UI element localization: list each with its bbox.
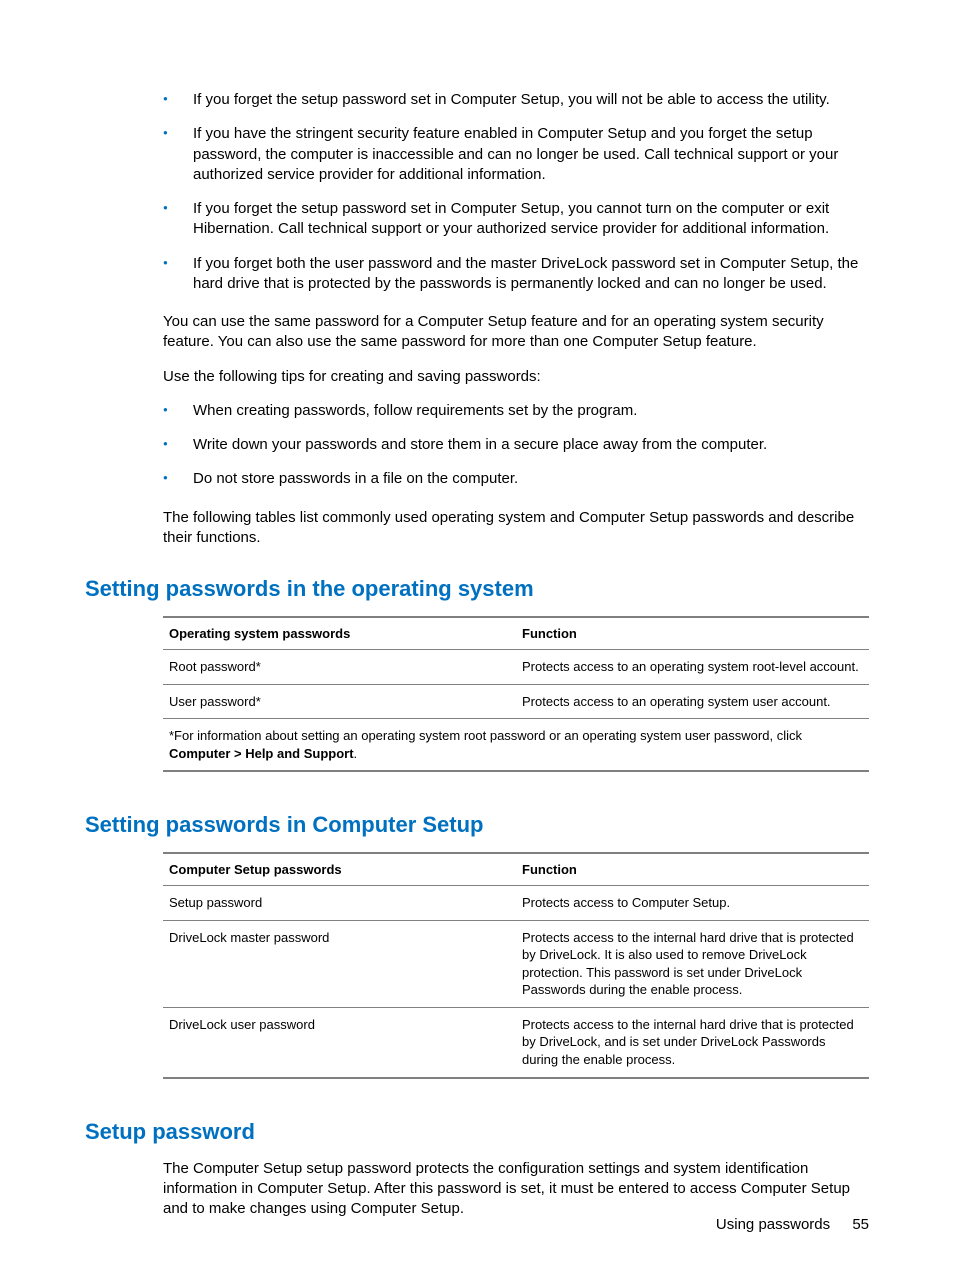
paragraph: Use the following tips for creating and … [163,367,869,387]
list-item: If you forget both the user password and… [163,254,869,295]
table-row: DriveLock master password Protects acces… [163,920,869,1007]
list-item: If you forget the setup password set in … [163,199,869,240]
table-header: Function [516,617,869,650]
heading-setup-password: Setup password [85,1119,869,1145]
page-footer: Using passwords 55 [716,1216,869,1233]
table-header: Function [516,853,869,886]
footnote-text: . [354,746,358,761]
footnote-text: *For information about setting an operat… [169,728,802,743]
page-number: 55 [852,1216,869,1233]
table-cell: *For information about setting an operat… [163,719,869,772]
table-cell: Protects access to an operating system r… [516,650,869,685]
table-cell: Protects access to an operating system u… [516,684,869,719]
table-cell: Setup password [163,886,516,921]
table-row: User password* Protects access to an ope… [163,684,869,719]
heading-os-passwords: Setting passwords in the operating syste… [85,576,869,602]
table-footnote: *For information about setting an operat… [163,719,869,772]
list-item: If you have the stringent security featu… [163,124,869,185]
list-item: If you forget the setup password set in … [163,90,869,110]
table-row: Root password* Protects access to an ope… [163,650,869,685]
paragraph: The Computer Setup setup password protec… [163,1159,869,1220]
bullet-list-1: If you forget the setup password set in … [85,90,869,294]
table-header: Operating system passwords [163,617,516,650]
cs-passwords-table: Computer Setup passwords Function Setup … [163,852,869,1078]
footer-label: Using passwords [716,1216,830,1233]
table-cell: Root password* [163,650,516,685]
list-item: Do not store passwords in a file on the … [163,469,869,489]
footnote-bold: Computer > Help and Support [169,746,354,761]
list-item: Write down your passwords and store them… [163,435,869,455]
table-cell: User password* [163,684,516,719]
list-item: When creating passwords, follow requirem… [163,401,869,421]
paragraph: You can use the same password for a Comp… [163,312,869,353]
bullet-list-2: When creating passwords, follow requirem… [85,401,869,490]
heading-cs-passwords: Setting passwords in Computer Setup [85,812,869,838]
table-cell: Protects access to the internal hard dri… [516,1007,869,1077]
table-cell: Protects access to Computer Setup. [516,886,869,921]
table-header: Computer Setup passwords [163,853,516,886]
table-cell: Protects access to the internal hard dri… [516,920,869,1007]
document-page: If you forget the setup password set in … [0,0,954,1283]
paragraph: The following tables list commonly used … [163,508,869,549]
table-cell: DriveLock master password [163,920,516,1007]
table-cell: DriveLock user password [163,1007,516,1077]
table-row: DriveLock user password Protects access … [163,1007,869,1077]
os-passwords-table: Operating system passwords Function Root… [163,616,869,772]
table-row: Setup password Protects access to Comput… [163,886,869,921]
